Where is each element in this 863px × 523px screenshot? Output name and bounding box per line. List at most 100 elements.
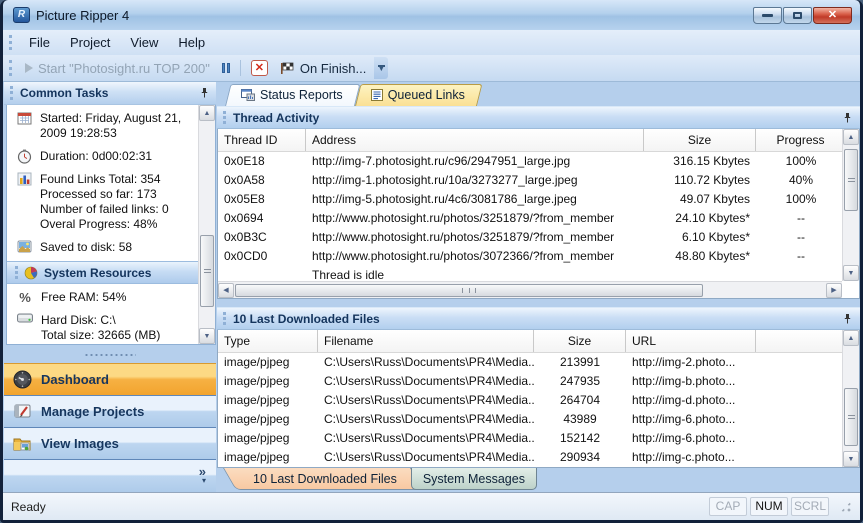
scroll-down-button[interactable]: ▼ (843, 265, 859, 281)
scroll-down-button[interactable]: ▼ (199, 328, 215, 344)
file-row[interactable]: image/pjpeg C:\Users\Russ\Documents\PR4\M… (218, 410, 842, 429)
col-url[interactable]: URL (626, 330, 756, 352)
toolbar: Start "Photosight.ru TOP 200" ✕ On Finis… (3, 55, 860, 82)
menu-project[interactable]: Project (60, 32, 120, 53)
nav-view-images-label: View Images (41, 436, 119, 451)
tab-system-messages-label: System Messages (422, 472, 525, 486)
stopwatch-icon (17, 149, 32, 164)
col-progress[interactable]: Progress (756, 129, 842, 151)
thread-row[interactable]: 0x0B3C http://www.photosight.ru/photos/32… (218, 228, 842, 247)
file-row[interactable]: image/pjpeg C:\Users\Russ\Documents\PR4\M… (218, 372, 842, 391)
nav-manage-projects[interactable]: Manage Projects (4, 395, 216, 427)
start-button[interactable]: Start "Photosight.ru TOP 200" (19, 58, 216, 79)
pause-icon (221, 63, 230, 73)
links-stats-text: Found Links Total: 354 Processed so far:… (40, 172, 169, 231)
file-row[interactable]: image/pjpeg C:\Users\Russ\Documents\PR4\M… (218, 391, 842, 410)
toolbar-overflow-button[interactable]: ▼ (374, 57, 389, 79)
pause-button[interactable] (216, 60, 236, 76)
file-row[interactable]: image/pjpeg C:\Users\Russ\Documents\PR4\M… (218, 448, 842, 467)
menu-file[interactable]: File (19, 32, 60, 53)
col-thread-id[interactable]: Thread ID (218, 129, 306, 151)
nav-dashboard[interactable]: Dashboard (4, 363, 216, 395)
manage-projects-icon (14, 404, 31, 418)
thread-row[interactable]: Thread is idle (218, 266, 842, 281)
play-icon (25, 63, 33, 73)
stop-icon: ✕ (250, 60, 268, 76)
scroll-down-button[interactable]: ▼ (843, 451, 859, 467)
menu-view[interactable]: View (120, 32, 168, 53)
minimize-icon (762, 13, 773, 17)
nav-manage-projects-label: Manage Projects (41, 404, 145, 419)
thread-table-header: Thread ID Address Size Progress (218, 129, 842, 152)
scroll-up-button[interactable]: ▲ (199, 105, 215, 121)
col-filename[interactable]: Filename (318, 330, 534, 352)
title-bar[interactable]: R Picture Ripper 4 ✕ (3, 0, 860, 30)
pie-chart-icon (24, 266, 38, 279)
thread-table-vscrollbar[interactable]: ▲ ▼ (842, 129, 859, 281)
col-size[interactable]: Size (644, 129, 756, 151)
hard-disk-icon (17, 313, 33, 323)
num-lock-indicator: NUM (750, 497, 788, 516)
scrollbar-thumb[interactable] (844, 388, 858, 446)
file-row[interactable]: image/pjpeg C:\Users\Russ\Documents\PR4\M… (218, 429, 842, 448)
tab-last-files-label: 10 Last Downloaded Files (253, 472, 397, 486)
scroll-up-button[interactable]: ▲ (843, 129, 859, 145)
scrollbar-thumb[interactable] (235, 283, 703, 297)
col-address[interactable]: Address (306, 129, 644, 151)
thread-row[interactable]: 0x0694 http://www.photosight.ru/photos/32… (218, 209, 842, 228)
toolbar-grip-handle[interactable] (9, 60, 12, 76)
pin-icon[interactable] (842, 112, 853, 124)
thread-table-hscrollbar[interactable]: ◀ ▶ (218, 281, 842, 298)
caret-down-icon: ▾ (201, 476, 206, 485)
file-row[interactable]: image/pjpeg C:\Users\Russ\Documents\PR4\M… (218, 353, 842, 372)
files-table-vscrollbar[interactable]: ▲ ▼ (842, 330, 859, 467)
pin-icon[interactable] (842, 313, 853, 325)
pin-icon[interactable] (199, 87, 210, 99)
scroll-lock-indicator: SCRL (791, 497, 829, 516)
common-tasks-header[interactable]: Common Tasks (4, 82, 216, 105)
scrollbar-thumb[interactable] (844, 149, 858, 211)
menu-grip-handle[interactable] (9, 35, 12, 50)
panel-grip-handle (15, 266, 18, 279)
col-type[interactable]: Type (218, 330, 318, 352)
tab-queued-links[interactable]: Queued Links (355, 84, 477, 106)
last-files-title: 10 Last Downloaded Files (233, 311, 380, 326)
stop-button[interactable]: ✕ (245, 57, 274, 79)
sidebar-scrollbar[interactable]: ▲ ▼ (198, 105, 215, 344)
tab-system-messages[interactable]: System Messages (410, 468, 538, 490)
stat-duration: Duration: 0d00:02:31 (7, 143, 198, 166)
scroll-left-button[interactable]: ◀ (218, 282, 234, 298)
queued-links-icon (370, 89, 383, 101)
thread-row[interactable]: 0x05E8 http://img-5.photosight.ru/4c6/308… (218, 190, 842, 209)
system-resources-header[interactable]: System Resources (7, 261, 198, 284)
thread-row[interactable]: 0x0CD0 http://www.photosight.ru/photos/30… (218, 247, 842, 266)
stat-links: Found Links Total: 354 Processed so far:… (7, 166, 198, 234)
nav-options-button[interactable]: » ▾ (4, 459, 216, 492)
sidebar-splitter[interactable] (4, 346, 216, 363)
started-text: Started: Friday, August 21, 2009 19:28:5… (40, 111, 182, 140)
finish-flag-icon (280, 62, 294, 74)
resize-grip[interactable] (840, 500, 852, 513)
thread-row[interactable]: 0x0A58 http://img-1.photosight.ru/10a/327… (218, 171, 842, 190)
nav-view-images[interactable]: View Images (4, 427, 216, 459)
thread-row[interactable]: 0x0E18 http://img-7.photosight.ru/c96/294… (218, 152, 842, 171)
status-reports-icon (241, 89, 255, 101)
calendar-icon (17, 112, 32, 125)
thread-activity-header[interactable]: Thread Activity (217, 106, 860, 129)
tab-last-downloaded-files[interactable]: 10 Last Downloaded Files (223, 468, 411, 490)
hard-disk-text: Hard Disk: C:\ Total size: 32665 (MB) Us… (41, 313, 161, 344)
on-finish-button[interactable]: On Finish... (274, 58, 372, 79)
menu-help[interactable]: Help (168, 32, 215, 53)
last-files-header[interactable]: 10 Last Downloaded Files (217, 307, 860, 330)
tab-status-reports[interactable]: Status Reports (225, 84, 355, 106)
close-button[interactable]: ✕ (813, 6, 852, 24)
scroll-right-button[interactable]: ▶ (826, 282, 842, 298)
minimize-button[interactable] (753, 6, 782, 24)
maximize-button[interactable] (783, 6, 812, 24)
scrollbar-thumb[interactable] (200, 235, 214, 307)
scroll-up-button[interactable]: ▲ (843, 330, 859, 346)
tab-queued-links-label: Queued Links (387, 88, 465, 102)
common-tasks-panel: Started: Friday, August 21, 2009 19:28:5… (6, 105, 216, 345)
col-size[interactable]: Size (534, 330, 626, 352)
app-icon: R (13, 7, 30, 23)
